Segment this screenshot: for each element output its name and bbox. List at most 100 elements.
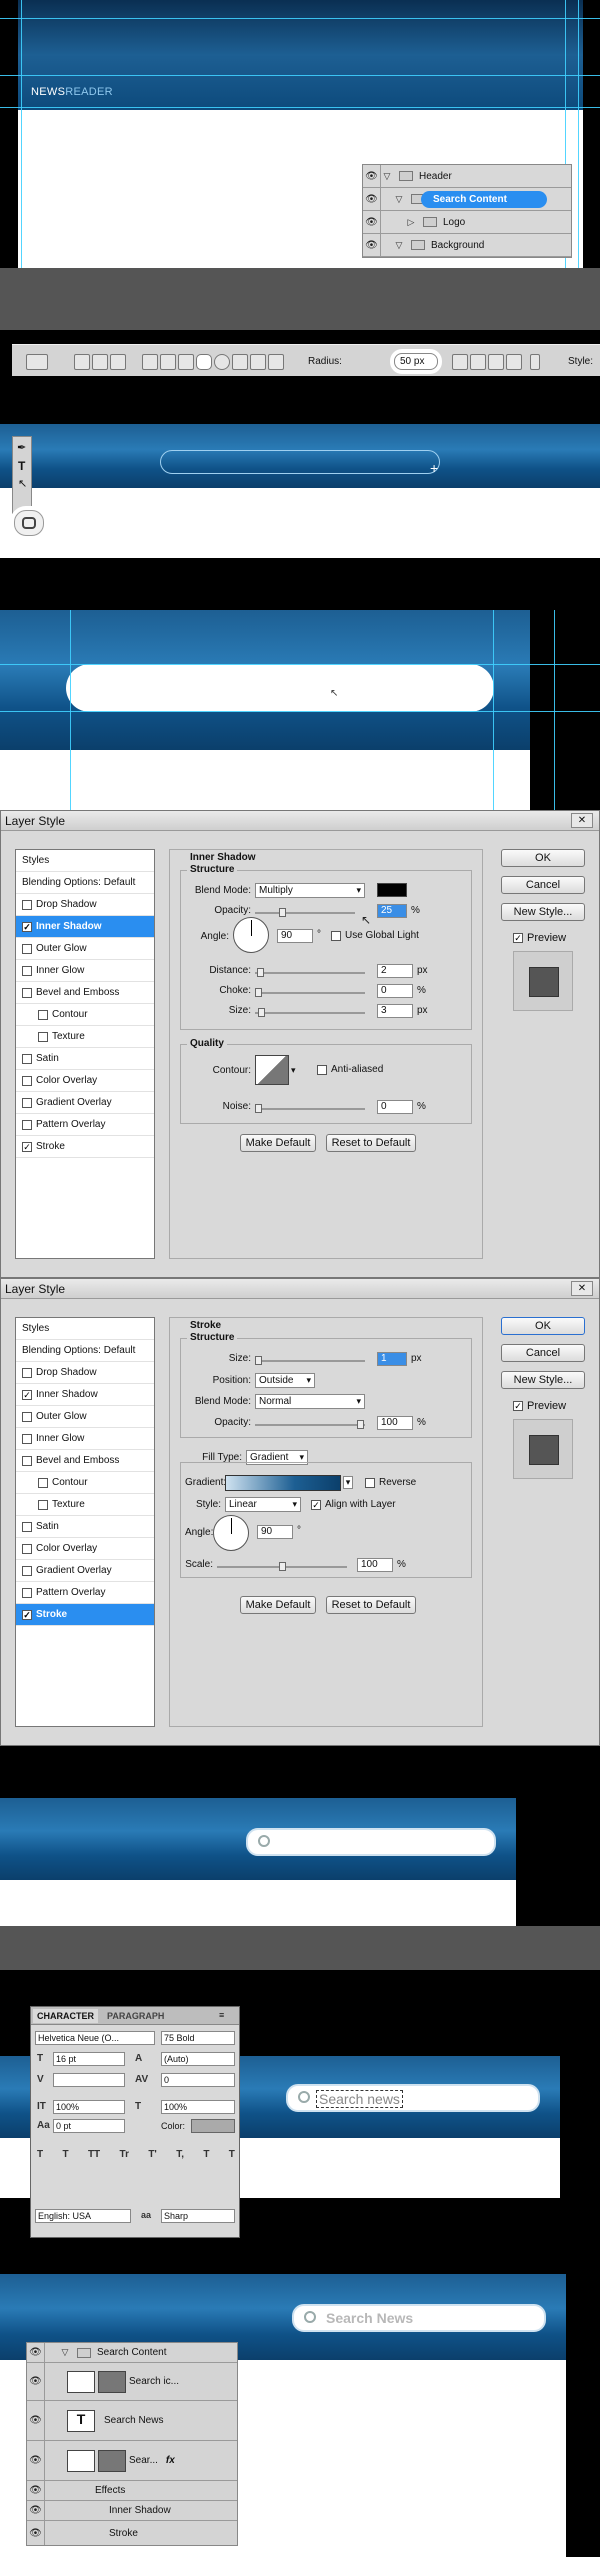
collapsed-triangle-icon[interactable]: ▷	[405, 217, 417, 228]
close-icon[interactable]: ✕	[571, 1281, 593, 1296]
align-with-layer-checkbox[interactable]: ✓	[311, 1500, 321, 1510]
size-input[interactable]: 3	[377, 1004, 413, 1018]
make-default-button[interactable]: Make Default	[240, 1596, 316, 1614]
angle-input[interactable]: 90	[277, 929, 313, 943]
style-checkbox[interactable]	[22, 1367, 32, 1378]
font-size-input[interactable]: 16 pt	[53, 2052, 125, 2066]
style-select[interactable]: Linear	[225, 1497, 301, 1512]
intersect-icon[interactable]	[488, 354, 504, 370]
distance-slider[interactable]	[255, 968, 365, 977]
search-box[interactable]	[246, 1828, 496, 1856]
effect-row[interactable]: 👁 Stroke	[27, 2521, 237, 2545]
style-checkbox[interactable]	[22, 1053, 32, 1064]
effects-row[interactable]: 👁 Effects	[27, 2481, 237, 2501]
opacity-input[interactable]: 100	[377, 1416, 413, 1430]
vertical-scale-input[interactable]: 100%	[53, 2100, 125, 2114]
radius-input[interactable]: 50 px	[394, 353, 438, 370]
style-item[interactable]: Pattern Overlay	[16, 1582, 154, 1604]
typography-button[interactable]: TT	[88, 2149, 100, 2165]
cancel-button[interactable]: Cancel	[501, 1344, 585, 1362]
kerning-input[interactable]	[53, 2073, 125, 2087]
subtract-icon[interactable]	[470, 354, 486, 370]
blend-mode-select[interactable]: Normal	[255, 1394, 365, 1409]
reset-to-default-button[interactable]: Reset to Default	[326, 1596, 416, 1614]
typography-button[interactable]: T	[62, 2149, 68, 2165]
angle-dial[interactable]	[213, 1515, 249, 1551]
pen-tool-icon[interactable]: ✒	[17, 441, 26, 454]
horizontal-scale-input[interactable]: 100%	[161, 2100, 235, 2114]
rounded-rectangle-tool-icon[interactable]	[196, 354, 212, 370]
layer-row[interactable]: 👁 Search ic...	[27, 2363, 237, 2401]
text-color-swatch[interactable]	[191, 2119, 235, 2133]
style-checkbox[interactable]	[22, 1411, 32, 1422]
typography-button[interactable]: T	[229, 2149, 235, 2165]
freeform-pen-icon[interactable]	[160, 354, 176, 370]
pen-tool-icon[interactable]	[142, 354, 158, 370]
layer-row[interactable]: 👁 T Search News	[27, 2401, 237, 2441]
eye-icon[interactable]: 👁	[27, 2481, 45, 2500]
eye-icon[interactable]: 👁	[27, 2501, 45, 2520]
layer-row[interactable]: 👁 ▽ Header	[363, 165, 571, 188]
style-item[interactable]: Bevel and Emboss	[16, 1450, 154, 1472]
size-input[interactable]: 1	[377, 1352, 407, 1366]
distance-input[interactable]: 2	[377, 964, 413, 978]
close-icon[interactable]: ✕	[571, 813, 593, 828]
reverse-checkbox[interactable]	[365, 1478, 375, 1488]
layer-row[interactable]: 👁 Sear... fx	[27, 2441, 237, 2481]
blending-options[interactable]: Blending Options: Default	[16, 1340, 154, 1362]
eye-icon[interactable]: 👁	[363, 211, 381, 233]
rectangle-tool-icon[interactable]	[178, 354, 194, 370]
style-checkbox[interactable]	[22, 899, 32, 910]
choke-input[interactable]: 0	[377, 984, 413, 998]
style-checkbox[interactable]	[38, 1009, 48, 1020]
paths-icon[interactable]	[92, 354, 108, 370]
style-checkbox[interactable]	[22, 1075, 32, 1086]
style-item[interactable]: Color Overlay	[16, 1538, 154, 1560]
size-slider[interactable]	[255, 1356, 365, 1365]
link-icon[interactable]	[530, 354, 540, 370]
typography-button[interactable]: T,	[176, 2149, 184, 2165]
choke-slider[interactable]	[255, 988, 365, 997]
position-select[interactable]: Outside	[255, 1373, 315, 1388]
eye-icon[interactable]: 👁	[27, 2401, 45, 2440]
gradient-picker[interactable]	[225, 1475, 341, 1491]
style-item[interactable]: Bevel and Emboss	[16, 982, 154, 1004]
anti-aliased-checkbox[interactable]	[317, 1065, 327, 1075]
eye-icon[interactable]: 👁	[363, 188, 381, 210]
global-light-checkbox[interactable]	[331, 931, 341, 941]
style-item[interactable]: Contour	[16, 1472, 154, 1494]
opacity-slider-knob[interactable]	[279, 908, 286, 917]
style-item[interactable]: Texture	[16, 1494, 154, 1516]
style-item[interactable]: Outer Glow	[16, 938, 154, 960]
choke-slider-knob[interactable]	[255, 988, 262, 997]
typography-button[interactable]: T	[37, 2149, 43, 2165]
style-item[interactable]: Drop Shadow	[16, 1362, 154, 1384]
layer-row-selected[interactable]: 👁 ▽ Search Content	[363, 188, 571, 211]
style-checkbox[interactable]	[38, 1499, 48, 1510]
style-checkbox[interactable]	[22, 965, 32, 976]
blend-mode-select[interactable]: Multiply	[255, 883, 365, 898]
fill-pixels-icon[interactable]	[110, 354, 126, 370]
font-family-select[interactable]: Helvetica Neue (O...	[35, 2031, 155, 2045]
search-text-editing[interactable]: Search news	[316, 2090, 403, 2108]
style-item[interactable]: Outer Glow	[16, 1406, 154, 1428]
style-item[interactable]: Satin	[16, 1048, 154, 1070]
baseline-shift-input[interactable]: 0 pt	[53, 2119, 125, 2133]
eye-icon[interactable]: 👁	[27, 2441, 45, 2480]
preview-checkbox[interactable]: ✓	[513, 1401, 523, 1411]
style-checkbox[interactable]: ✓	[22, 1609, 32, 1620]
size-slider-knob[interactable]	[255, 1356, 262, 1365]
style-item[interactable]: ✓ Inner Shadow	[16, 916, 154, 938]
line-tool-icon[interactable]	[250, 354, 266, 370]
ok-button[interactable]: OK	[501, 849, 585, 867]
styles-header[interactable]: Styles	[16, 850, 154, 872]
scale-slider-knob[interactable]	[279, 1562, 286, 1571]
style-item[interactable]: ✓ Stroke	[16, 1136, 154, 1158]
language-select[interactable]: English: USA	[35, 2209, 131, 2223]
path-selection-icon[interactable]: ↖	[18, 477, 27, 490]
angle-input[interactable]: 90	[257, 1525, 293, 1539]
style-item[interactable]: Color Overlay	[16, 1070, 154, 1092]
opacity-input[interactable]: 25	[377, 904, 407, 918]
tracking-input[interactable]: 0	[161, 2073, 235, 2087]
opacity-slider-knob[interactable]	[357, 1420, 364, 1429]
